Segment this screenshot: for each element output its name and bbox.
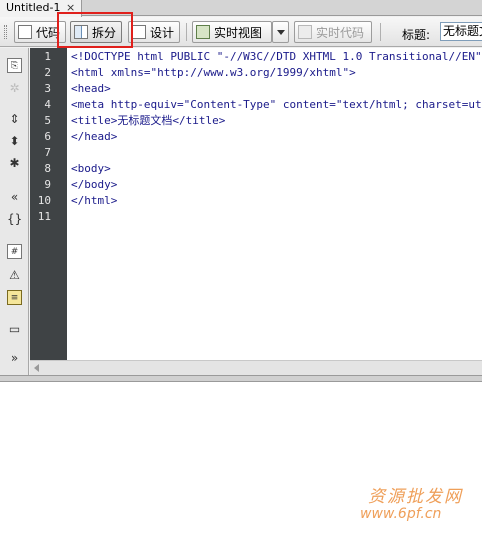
document-toolbar: 代码 拆分 设计 实时视图 实时代码 标题: 无标题文档 [0,17,482,47]
live-view-button[interactable]: 实时视图 [192,21,272,43]
toolbar-separator [186,23,187,41]
code-line: <head> [71,82,111,95]
code-editor[interactable]: <!DOCTYPE html PUBLIC "-//W3C//DTD XHTML… [67,48,482,360]
live-code-icon [298,25,312,39]
watermark-url: www.6pf.cn [360,506,442,522]
line-number: 5 [44,114,51,127]
balance-braces-icon[interactable]: {} [7,212,22,227]
code-line: <title>无标题文档</title> [71,114,226,127]
split-divider[interactable] [0,375,482,382]
show-code-navigator-icon[interactable]: ✲ [7,81,22,96]
horizontal-scrollbar[interactable] [30,360,482,375]
document-tab[interactable]: Untitled-1 × [0,0,82,17]
code-line: </body> [71,178,118,191]
live-view-icon [196,25,210,39]
collapse-full-tag-icon[interactable]: ⇕ [7,112,22,127]
line-number: 7 [44,146,51,159]
design-view-icon [132,25,146,39]
document-title-input[interactable]: 无标题文档 [440,22,482,41]
code-view-icon [18,25,32,39]
live-view-dropdown-button[interactable] [272,21,289,43]
title-label: 标题: [402,28,431,42]
code-line: </head> [71,130,118,143]
line-number: 1 [44,50,51,63]
code-view-label: 代码 [36,25,61,40]
line-number: 11 [37,210,51,223]
expand-all-icon[interactable]: ✱ [7,156,22,171]
word-wrap-icon[interactable]: ≡ [7,290,22,305]
document-tab-title: Untitled-1 [6,1,61,14]
live-view-label: 实时视图 [214,25,263,40]
line-number: 3 [44,82,51,95]
highlight-invalid-code-icon[interactable]: ⚠ [7,268,22,283]
line-number: 6 [44,130,51,143]
split-view-label: 拆分 [92,25,117,40]
code-line: </html> [71,194,118,207]
scroll-left-arrow-icon[interactable] [34,364,39,372]
code-line: <html xmlns="http://www.w3.org/1999/xhtm… [71,66,356,79]
collapse-selection-icon[interactable]: ⬍ [7,134,22,149]
code-view-button[interactable]: 代码 [14,21,66,43]
live-code-label: 实时代码 [316,25,365,40]
watermark-site-name: 资源批发网 [368,487,463,507]
line-number: 9 [44,178,51,191]
toolbar-grip[interactable] [4,25,7,39]
close-icon[interactable]: × [66,0,75,16]
toolbar-separator [380,23,381,41]
coding-toolbar: ⎘ ✲ ⇕ ⬍ ✱ « {} # ⚠ ≡ ▭ » [0,48,29,375]
design-view-button[interactable]: 设计 [128,21,180,43]
apply-comment-icon[interactable]: ▭ [7,322,22,337]
line-number-gutter: 1 2 3 4 5 6 7 8 9 10 11 [30,48,67,360]
live-code-button[interactable]: 实时代码 [294,21,372,43]
line-numbers-icon[interactable]: # [7,244,22,259]
select-parent-tag-icon[interactable]: « [7,190,22,205]
code-line: <!DOCTYPE html PUBLIC "-//W3C//DTD XHTML… [71,50,482,63]
line-number: 10 [37,194,51,207]
design-view-label: 设计 [150,25,175,40]
code-line: <meta http-equiv="Content-Type" content=… [71,98,482,111]
line-number: 8 [44,162,51,175]
more-tools-icon[interactable]: » [7,351,22,366]
split-view-icon [74,25,88,39]
split-view-button[interactable]: 拆分 [70,21,122,43]
code-line: <body> [71,162,111,175]
line-number: 2 [44,66,51,79]
line-number: 4 [44,98,51,111]
document-tab-bar: Untitled-1 × [0,0,482,17]
open-documents-icon[interactable]: ⎘ [7,58,22,73]
